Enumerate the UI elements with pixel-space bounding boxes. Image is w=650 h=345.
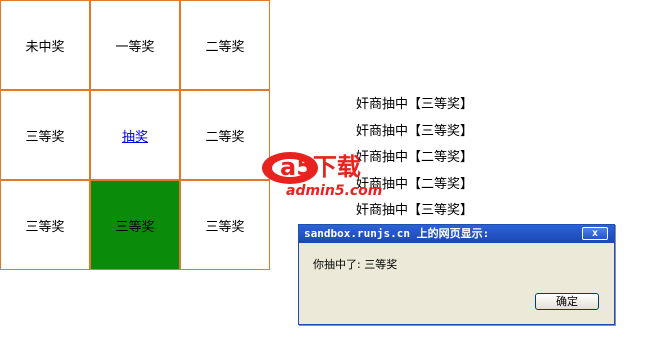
prize-cell: 一等奖 — [90, 0, 180, 90]
a5-watermark-logo: a5下载 admin5.com — [262, 152, 382, 199]
dialog-title: sandbox.runjs.cn 上的网页显示: — [304, 227, 490, 240]
prize-label: 一等奖 — [115, 39, 155, 55]
prize-label: 二等奖 — [205, 39, 245, 55]
dialog-titlebar: sandbox.runjs.cn 上的网页显示: x — [299, 225, 614, 243]
prize-label: 二等奖 — [205, 129, 245, 145]
alert-dialog: sandbox.runjs.cn 上的网页显示: x 你抽中了: 三等奖 确定 — [298, 224, 615, 325]
result-item: 奸商抽中【三等奖】 — [356, 97, 474, 112]
lottery-grid: 未中奖 一等奖 二等奖 三等奖 抽奖 二等奖 三等奖 三等奖 三等奖 — [0, 0, 270, 270]
prize-label: 三等奖 — [205, 219, 245, 235]
prize-cell: 三等奖 — [0, 180, 90, 270]
prize-cell: 二等奖 — [180, 0, 270, 90]
prize-label: 三等奖 — [115, 219, 155, 235]
dialog-message: 你抽中了: 三等奖 — [313, 258, 398, 271]
close-button[interactable]: x — [582, 227, 608, 240]
draw-cell: 抽奖 — [90, 90, 180, 180]
logo-brand: a5下载 — [280, 153, 361, 181]
prize-cell: 三等奖 — [0, 90, 90, 180]
prize-cell: 未中奖 — [0, 0, 90, 90]
draw-link[interactable]: 抽奖 — [122, 126, 148, 145]
prize-label: 三等奖 — [25, 219, 65, 235]
ok-button[interactable]: 确定 — [535, 293, 599, 310]
prize-label: 未中奖 — [25, 39, 65, 55]
prize-label: 三等奖 — [25, 129, 65, 145]
logo-url: admin5.com — [286, 183, 382, 199]
prize-cell-highlighted: 三等奖 — [90, 180, 180, 270]
